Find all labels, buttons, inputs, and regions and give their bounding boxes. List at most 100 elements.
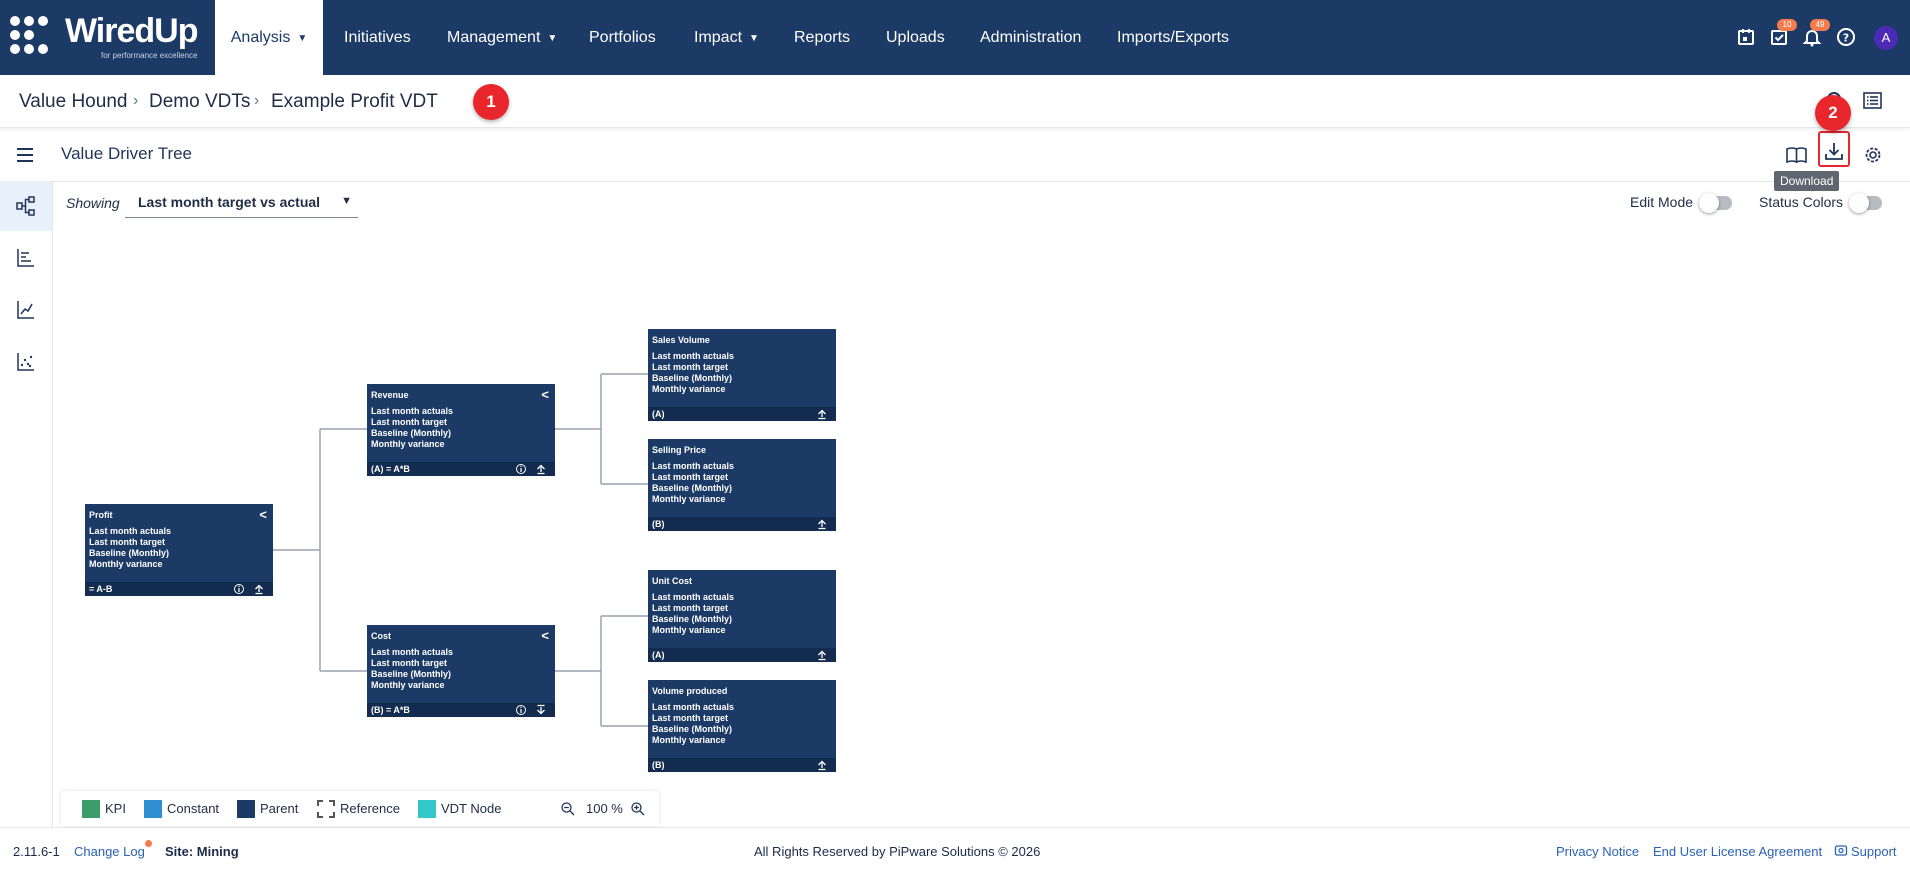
vdt-node-volume-produced[interactable]: Volume produced Last month actuals Last … bbox=[648, 680, 836, 772]
legend-swatch-reference bbox=[317, 800, 335, 818]
node-metric: Last month actuals bbox=[652, 461, 735, 471]
node-metric: Monthly variance bbox=[652, 494, 726, 504]
node-metric: Monthly variance bbox=[89, 559, 163, 569]
page-footer: 2.11.6-1 Change Log Site: Mining All Rig… bbox=[0, 827, 1910, 874]
legend-swatch-vdt-node bbox=[418, 800, 436, 818]
site-label: Site: Mining bbox=[165, 844, 239, 859]
node-metric: Last month target bbox=[652, 362, 729, 372]
node-formula: (B) bbox=[652, 760, 665, 770]
vdt-node-cost[interactable]: Cost < Last month actuals Last month tar… bbox=[367, 625, 555, 717]
node-metrics: Last month actuals Last month target Bas… bbox=[652, 461, 734, 505]
collapse-chevron-icon[interactable]: < bbox=[541, 387, 549, 402]
collapse-chevron-icon[interactable]: < bbox=[541, 628, 549, 643]
node-metric: Last month target bbox=[652, 713, 729, 723]
info-icon[interactable] bbox=[233, 583, 245, 595]
node-metric: Monthly variance bbox=[371, 439, 445, 449]
node-title: Cost bbox=[371, 631, 391, 641]
node-metric: Monthly variance bbox=[652, 625, 726, 635]
node-metric: Last month actuals bbox=[89, 526, 172, 536]
expand-up-icon[interactable] bbox=[816, 759, 828, 771]
node-footer: (B) bbox=[648, 517, 836, 531]
node-metric: Baseline (Monthly) bbox=[652, 724, 733, 734]
node-metrics: Last month actuals Last month target Bas… bbox=[89, 526, 171, 570]
node-formula: (B) = A*B bbox=[371, 705, 410, 715]
node-metric: Monthly variance bbox=[652, 735, 726, 745]
support-icon bbox=[1834, 845, 1848, 856]
node-type-legend: KPI Constant Parent Reference VDT Node 1… bbox=[61, 791, 659, 826]
node-metric: Baseline (Monthly) bbox=[652, 483, 733, 493]
node-metric: Last month target bbox=[89, 537, 166, 547]
expand-up-icon[interactable] bbox=[535, 463, 547, 475]
node-title: Unit Cost bbox=[652, 576, 692, 586]
collapse-chevron-icon[interactable]: < bbox=[259, 507, 267, 522]
legend-swatch-kpi bbox=[82, 800, 100, 818]
copyright-text: All Rights Reserved by PiPware Solutions… bbox=[754, 844, 1041, 859]
node-title: Profit bbox=[89, 510, 113, 520]
vdt-node-profit[interactable]: Profit < Last month actuals Last month t… bbox=[85, 504, 273, 596]
legend-label: VDT Node bbox=[441, 801, 502, 816]
node-footer: (A) bbox=[648, 407, 836, 421]
expand-up-icon[interactable] bbox=[816, 649, 828, 661]
app-version: 2.11.6-1 bbox=[13, 844, 60, 859]
node-metrics: Last month actuals Last month target Bas… bbox=[652, 592, 734, 636]
change-log-link[interactable]: Change Log bbox=[74, 844, 145, 859]
node-footer: (B) bbox=[648, 758, 836, 772]
zoom-level: 100 % bbox=[586, 801, 623, 816]
node-metric: Last month target bbox=[371, 417, 448, 427]
node-metrics: Last month actuals Last month target Bas… bbox=[652, 351, 734, 395]
node-footer: (A) bbox=[648, 648, 836, 662]
node-title: Volume produced bbox=[652, 686, 728, 696]
node-metric: Last month target bbox=[371, 658, 448, 668]
node-metric: Baseline (Monthly) bbox=[652, 614, 733, 624]
node-metrics: Last month actuals Last month target Bas… bbox=[371, 647, 453, 691]
new-changes-dot bbox=[145, 840, 152, 847]
node-formula: (A) bbox=[652, 650, 665, 660]
expand-up-icon[interactable] bbox=[816, 408, 828, 420]
zoom-out-icon[interactable] bbox=[560, 801, 576, 817]
node-title: Sales Volume bbox=[652, 335, 710, 345]
legend-label: Reference bbox=[340, 801, 400, 816]
node-metric: Last month actuals bbox=[371, 406, 454, 416]
vdt-node-sales-volume[interactable]: Sales Volume Last month actuals Last mon… bbox=[648, 329, 836, 421]
support-link[interactable]: Support bbox=[1851, 844, 1897, 859]
node-metric: Last month actuals bbox=[371, 647, 454, 657]
node-footer: = A-B bbox=[85, 582, 273, 596]
tree-connectors bbox=[273, 373, 648, 727]
privacy-notice-link[interactable]: Privacy Notice bbox=[1556, 844, 1639, 859]
legend-swatch-constant bbox=[144, 800, 162, 818]
node-title: Revenue bbox=[371, 390, 409, 400]
legend-swatch-parent bbox=[237, 800, 255, 818]
vdt-node-unit-cost[interactable]: Unit Cost Last month actuals Last month … bbox=[648, 570, 836, 662]
node-metric: Baseline (Monthly) bbox=[371, 669, 452, 679]
node-footer: (B) = A*B bbox=[367, 703, 555, 717]
node-formula: = A-B bbox=[89, 584, 113, 594]
eula-link[interactable]: End User License Agreement bbox=[1653, 844, 1822, 859]
zoom-in-icon[interactable] bbox=[630, 801, 646, 817]
node-footer: (A) = A*B bbox=[367, 462, 555, 476]
node-metric: Baseline (Monthly) bbox=[652, 373, 733, 383]
vdt-node-revenue[interactable]: Revenue < Last month actuals Last month … bbox=[367, 384, 555, 476]
node-formula: (A) bbox=[652, 409, 665, 419]
node-metric: Last month actuals bbox=[652, 702, 735, 712]
node-metrics: Last month actuals Last month target Bas… bbox=[652, 702, 734, 746]
node-metric: Monthly variance bbox=[371, 680, 445, 690]
node-metric: Baseline (Monthly) bbox=[89, 548, 170, 558]
node-formula: (A) = A*B bbox=[371, 464, 410, 474]
expand-up-icon[interactable] bbox=[253, 583, 265, 595]
expand-up-icon[interactable] bbox=[816, 518, 828, 530]
legend-label: Parent bbox=[260, 801, 299, 816]
legend-label: KPI bbox=[105, 801, 126, 816]
info-icon[interactable] bbox=[515, 463, 527, 475]
vdt-node-selling-price[interactable]: Selling Price Last month actuals Last mo… bbox=[648, 439, 836, 531]
node-metric: Last month target bbox=[652, 472, 729, 482]
node-metric: Last month actuals bbox=[652, 592, 735, 602]
node-metric: Last month actuals bbox=[652, 351, 735, 361]
node-metric: Last month target bbox=[652, 603, 729, 613]
node-metric: Baseline (Monthly) bbox=[371, 428, 452, 438]
expand-down-icon[interactable] bbox=[535, 704, 547, 716]
info-icon[interactable] bbox=[515, 704, 527, 716]
node-title: Selling Price bbox=[652, 445, 707, 455]
node-formula: (B) bbox=[652, 519, 665, 529]
legend-label: Constant bbox=[167, 801, 220, 816]
node-metric: Monthly variance bbox=[652, 384, 726, 394]
